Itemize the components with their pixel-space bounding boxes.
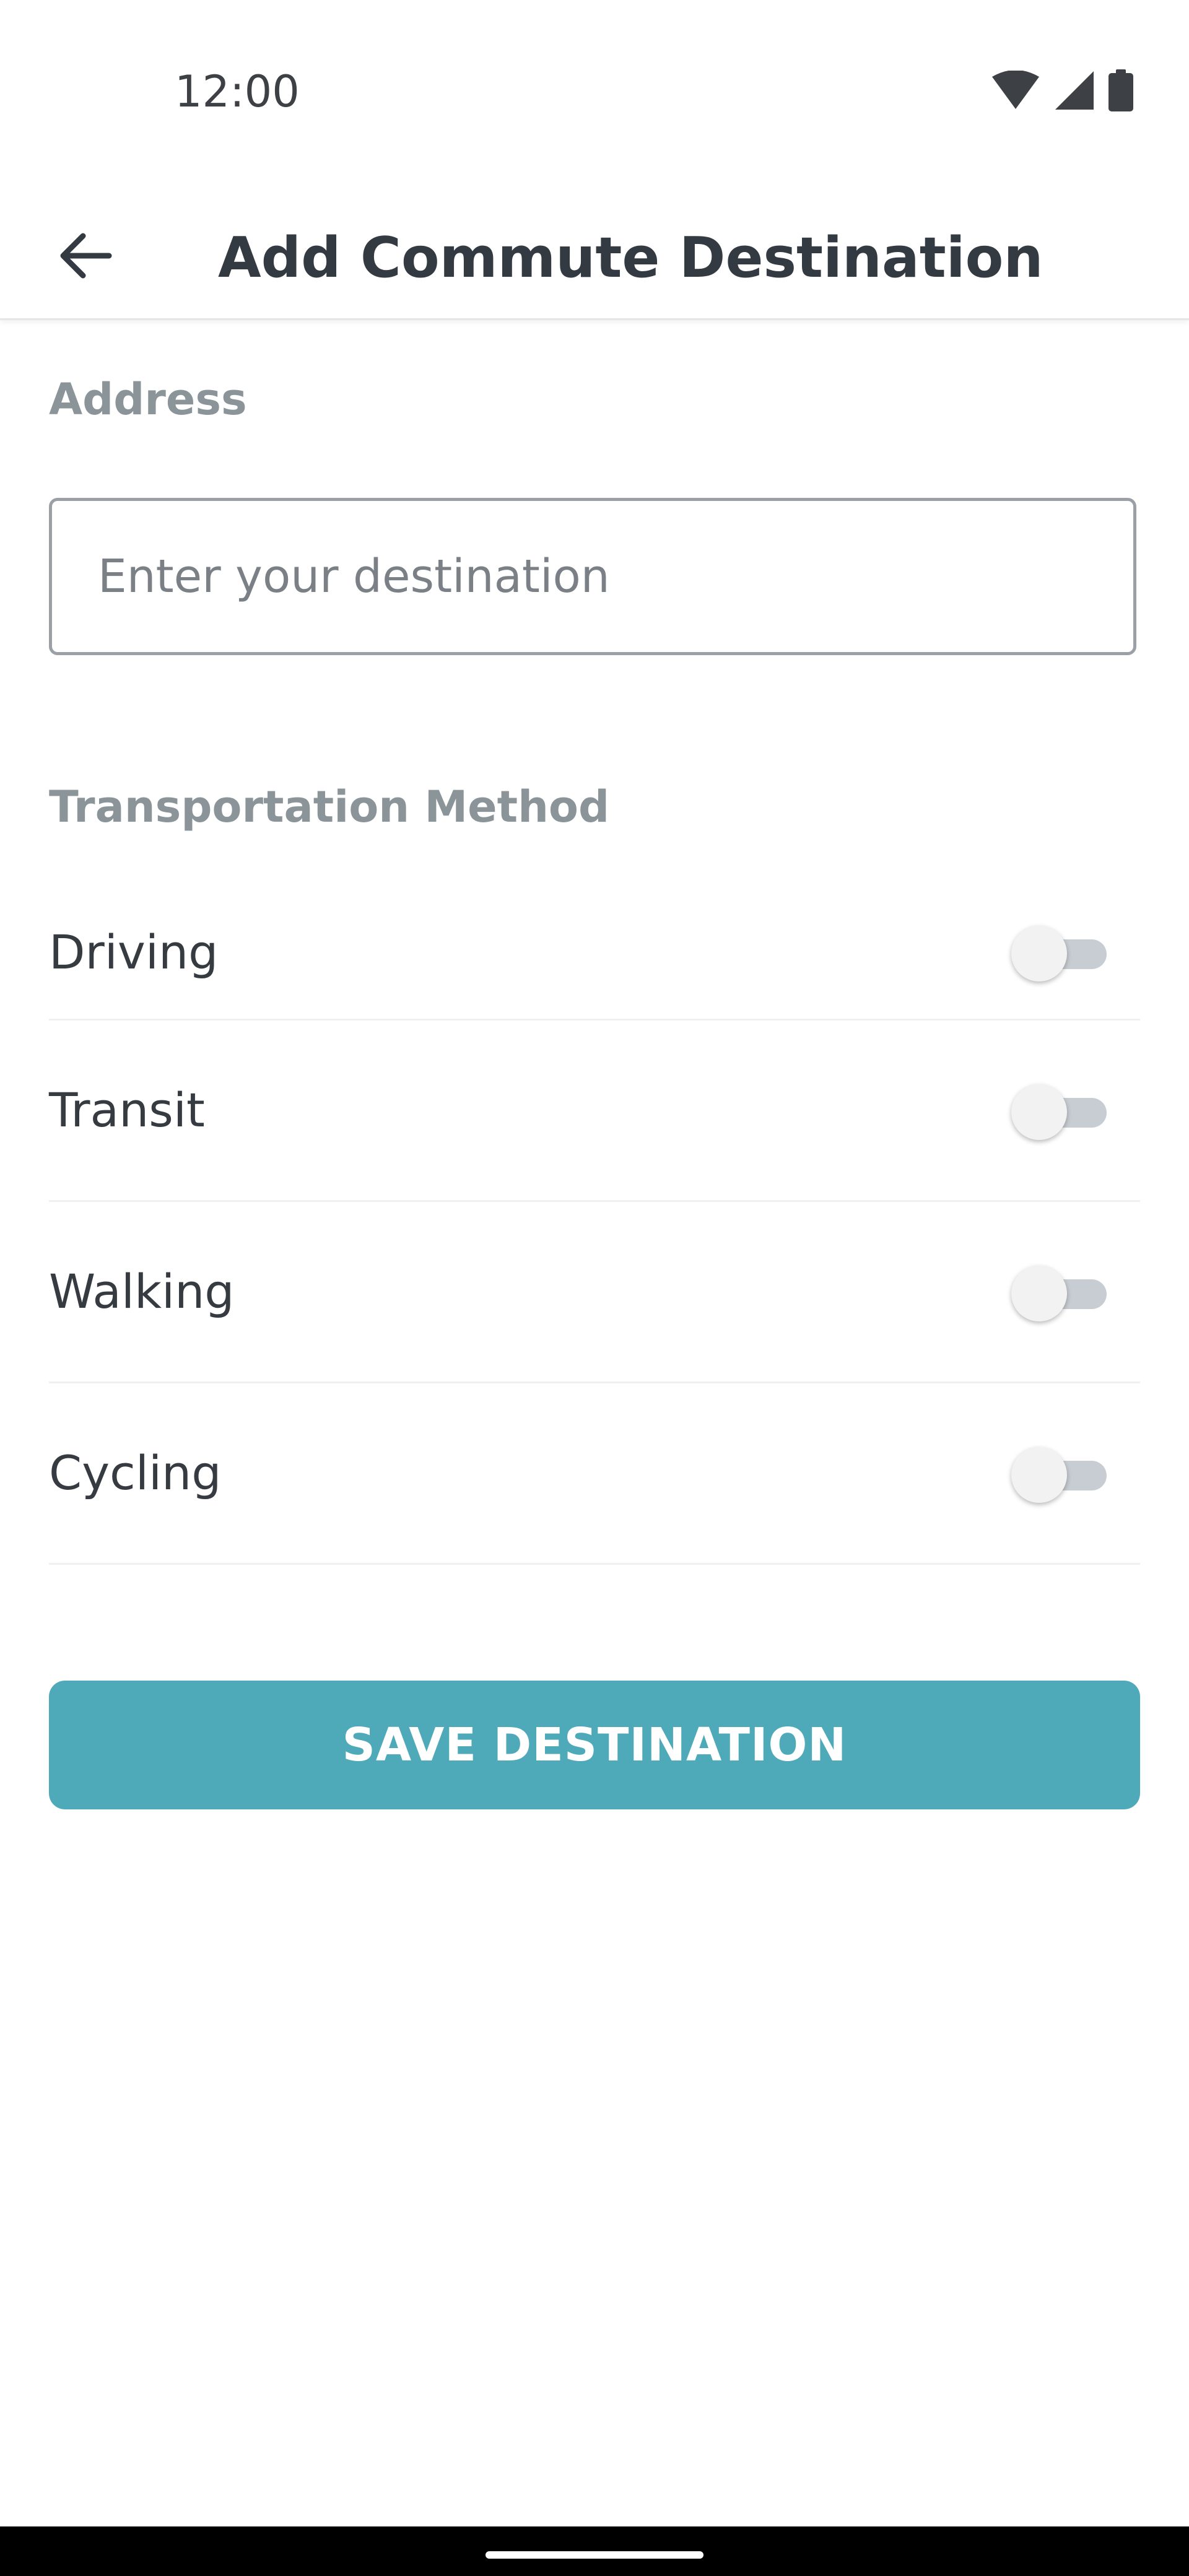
option-label-walking: Walking xyxy=(49,1264,235,1319)
page-title: Add Commute Destination xyxy=(218,225,1043,290)
app-bar: Add Commute Destination xyxy=(0,186,1189,320)
destination-input[interactable] xyxy=(49,498,1136,655)
status-time: 12:00 xyxy=(175,66,300,117)
transportation-section-label: Transportation Method xyxy=(49,781,610,832)
transit-toggle[interactable] xyxy=(1011,1084,1108,1140)
toggle-thumb xyxy=(1011,1266,1067,1321)
back-button[interactable] xyxy=(45,217,125,297)
transport-option-cycling: Cycling xyxy=(49,1383,1140,1565)
toggle-thumb xyxy=(1011,1084,1067,1140)
home-gesture-handle[interactable] xyxy=(486,2551,703,2559)
save-destination-button[interactable]: SAVE DESTINATION xyxy=(49,1681,1140,1809)
option-label-transit: Transit xyxy=(49,1082,205,1138)
cycling-toggle[interactable] xyxy=(1011,1447,1108,1503)
battery-icon xyxy=(1108,69,1133,111)
driving-toggle[interactable] xyxy=(1011,926,1108,981)
status-bar: 12:00 xyxy=(0,0,1189,186)
cellular-signal-icon xyxy=(1054,70,1095,111)
option-label-driving: Driving xyxy=(49,925,219,980)
address-section-label: Address xyxy=(49,374,247,425)
walking-toggle[interactable] xyxy=(1011,1266,1108,1321)
transport-option-driving: Driving xyxy=(49,901,1140,1020)
option-label-cycling: Cycling xyxy=(49,1445,222,1500)
navigation-bar xyxy=(0,2526,1189,2576)
toggle-thumb xyxy=(1011,926,1067,981)
transport-option-walking: Walking xyxy=(49,1202,1140,1383)
wifi-icon xyxy=(991,71,1040,110)
status-icons xyxy=(991,69,1133,111)
arrow-left-icon xyxy=(57,231,113,283)
transport-option-transit: Transit xyxy=(49,1020,1140,1202)
toggle-thumb xyxy=(1011,1447,1067,1503)
